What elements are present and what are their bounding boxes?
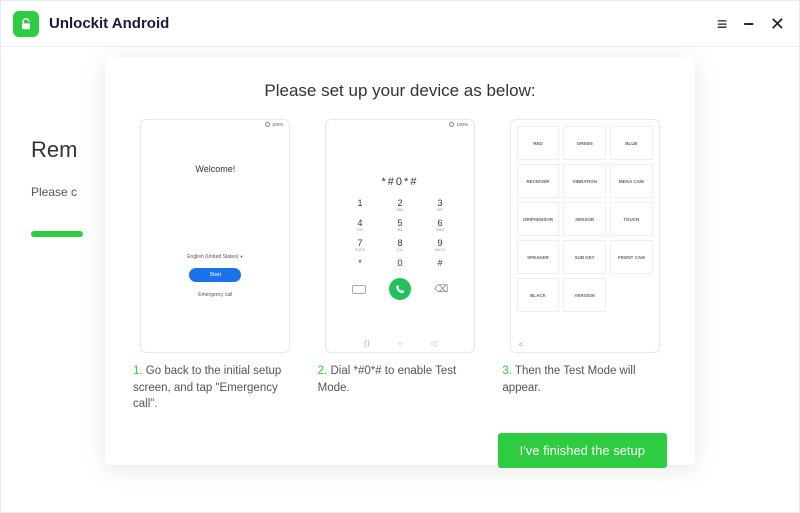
- titlebar: Unlockit Android ≡ − ✕: [1, 1, 799, 47]
- phone1-emergency: Emergency call: [198, 292, 232, 298]
- app-logo: [13, 11, 39, 37]
- phone3-back: <: [511, 336, 659, 352]
- dial-key: 1: [340, 198, 380, 212]
- testmode-cell: MEGA CAM: [610, 164, 653, 198]
- testmode-cell: SUB KEY: [563, 240, 606, 274]
- backspace-icon: ⌫: [434, 284, 448, 295]
- testmode-cell: BLACK: [517, 278, 560, 312]
- dial-key: 2ABC: [380, 198, 420, 212]
- background-content: Rem Please c: [31, 61, 83, 237]
- phone3-grid: REDGREENBLUE RECEIVERVIBRATIONMEGA CAM GRI…: [511, 120, 659, 336]
- dial-key: 0+: [380, 258, 420, 272]
- testmode-cell: RED: [517, 126, 560, 160]
- finish-setup-button[interactable]: I've finished the setup: [498, 433, 667, 468]
- testmode-cell: RECEIVER: [517, 164, 560, 198]
- phone2-dialpad: 12ABC3DEF 4GHI5JKL6MNO 7PQRS8TUV9WXYZ *0+#: [340, 198, 460, 272]
- step-2-caption: 2. Dial *#0*# to enable Test Mode.: [318, 363, 483, 396]
- phone1-start-button: Start: [189, 268, 241, 282]
- progress-bar: [31, 231, 83, 237]
- step-2: 100% *#0*# 12ABC3DEF 4GHI5JKL6MNO 7PQRS8TU…: [318, 119, 483, 413]
- step-1-num: 1.: [133, 365, 143, 377]
- step-3-num: 3.: [502, 365, 512, 377]
- testmode-cell: SPEAKER: [517, 240, 560, 274]
- testmode-cell: VERSION: [563, 278, 606, 312]
- close-button[interactable]: ✕: [770, 15, 785, 33]
- step-2-text: Dial *#0*# to enable Test Mode.: [318, 365, 457, 394]
- testmode-cell: SENSOR: [563, 202, 606, 236]
- step-1-caption: 1. Go back to the initial setup screen, …: [133, 363, 298, 413]
- app-title: Unlockit Android: [49, 15, 169, 32]
- testmode-cell: BLUE: [610, 126, 653, 160]
- phone2-code: *#0*#: [382, 176, 419, 188]
- setup-modal: Please set up your device as below: 100%…: [105, 57, 695, 465]
- minimize-button[interactable]: −: [743, 15, 754, 33]
- dial-key: 3DEF: [420, 198, 460, 212]
- dial-key: 7PQRS: [340, 238, 380, 252]
- dial-key: #: [420, 258, 460, 272]
- testmode-cell: VIBRATION: [563, 164, 606, 198]
- steps-row: 100% Welcome! English (United States) St…: [133, 119, 667, 413]
- testmode-cell: FRONT CAM: [610, 240, 653, 274]
- phone1-welcome: Welcome!: [195, 164, 235, 174]
- phone2-status: 100%: [456, 122, 468, 127]
- step-2-num: 2.: [318, 365, 328, 377]
- menu-icon[interactable]: ≡: [717, 15, 728, 33]
- modal-title: Please set up your device as below:: [133, 81, 667, 101]
- background-heading: Rem: [31, 137, 83, 163]
- step-1-text: Go back to the initial setup screen, and…: [133, 365, 281, 410]
- phone1-lang: English (United States): [187, 254, 243, 260]
- dial-key: 6MNO: [420, 218, 460, 232]
- dial-key: 8TUV: [380, 238, 420, 252]
- testmode-cell: GRIPSENSOR: [517, 202, 560, 236]
- dial-key: *: [340, 258, 380, 272]
- step-3: REDGREENBLUE RECEIVERVIBRATIONMEGA CAM GRI…: [502, 119, 667, 413]
- testmode-cell: GREEN: [563, 126, 606, 160]
- video-icon: [352, 285, 366, 294]
- dial-key: 9WXYZ: [420, 238, 460, 252]
- testmode-cell: TOUCH: [610, 202, 653, 236]
- dial-key: 5JKL: [380, 218, 420, 232]
- phone2-nav: ⟨⟩○◁: [350, 339, 450, 348]
- phone-mock-testmode: REDGREENBLUE RECEIVERVIBRATIONMEGA CAM GRI…: [510, 119, 660, 353]
- step-3-text: Then the Test Mode will appear.: [502, 365, 635, 394]
- phone-mock-dialer: 100% *#0*# 12ABC3DEF 4GHI5JKL6MNO 7PQRS8TU…: [325, 119, 475, 353]
- background-subtext: Please c: [31, 185, 83, 199]
- dial-key: 4GHI: [340, 218, 380, 232]
- step-3-caption: 3. Then the Test Mode will appear.: [502, 363, 667, 396]
- phone-mock-welcome: 100% Welcome! English (United States) St…: [140, 119, 290, 353]
- step-1: 100% Welcome! English (United States) St…: [133, 119, 298, 413]
- call-icon: [389, 278, 411, 300]
- phone1-status: 100%: [272, 122, 284, 127]
